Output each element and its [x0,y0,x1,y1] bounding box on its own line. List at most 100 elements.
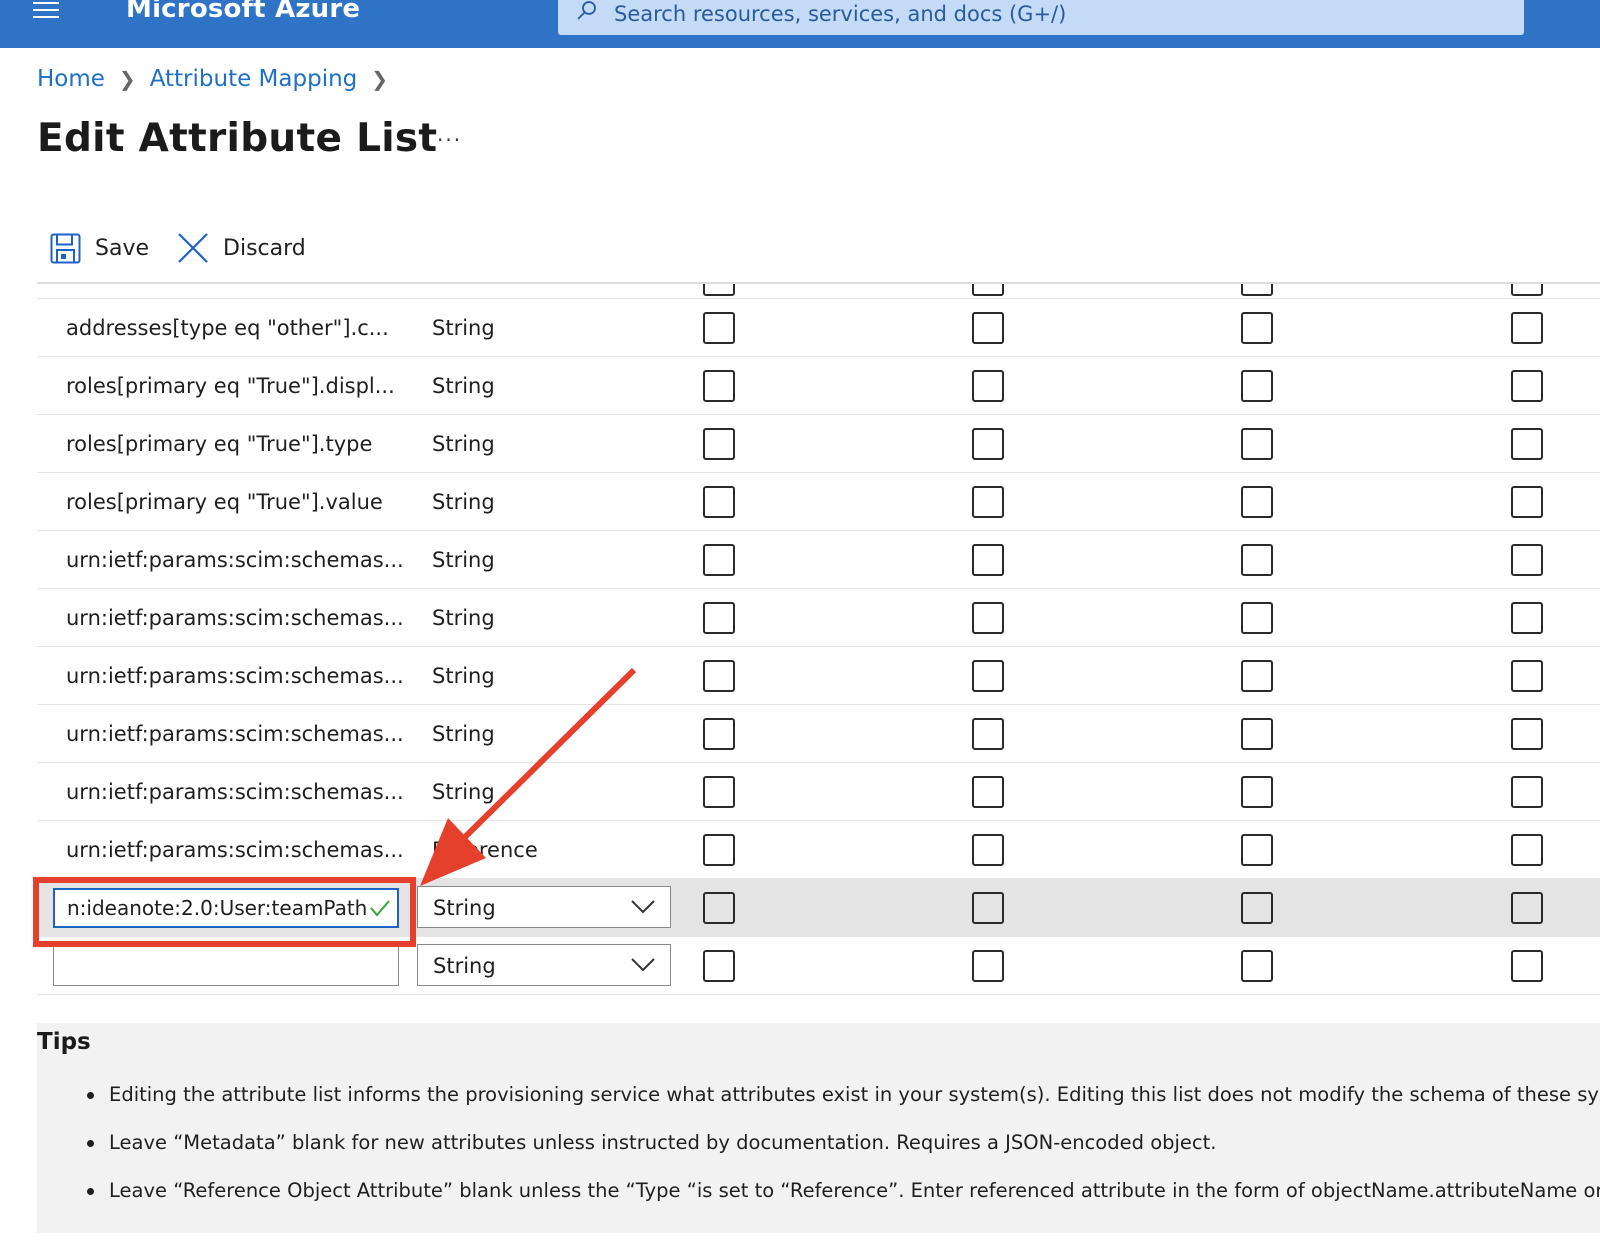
type-dropdown-value: String [433,896,496,920]
checkbox[interactable] [972,892,1004,924]
checkbox[interactable] [703,428,735,460]
save-button[interactable]: Save [50,233,149,264]
checkbox[interactable] [1241,950,1273,982]
checkbox[interactable] [972,602,1004,634]
checkbox[interactable] [703,486,735,518]
table-row: urn:ietf:params:scim:schemas... String [37,647,1600,705]
search-input[interactable] [614,0,1494,32]
checkbox[interactable] [972,950,1004,982]
breadcrumb: Home ❯ Attribute Mapping ❯ [37,66,402,92]
checkbox[interactable] [1241,776,1273,808]
attribute-name[interactable]: urn:ietf:params:scim:schemas... [66,548,404,572]
checkbox[interactable] [703,892,735,924]
checkbox[interactable] [1511,718,1543,750]
checkbox[interactable] [703,776,735,808]
checkbox[interactable] [1241,486,1273,518]
checkbox[interactable] [972,486,1004,518]
discard-button[interactable]: Discard [177,232,306,264]
new-attribute-name-input[interactable] [53,946,399,986]
table-row: urn:ietf:params:scim:schemas... String [37,589,1600,647]
checkbox[interactable] [1241,892,1273,924]
checkbox[interactable] [703,718,735,750]
checkbox[interactable] [972,718,1004,750]
checkbox[interactable] [703,602,735,634]
checkbox[interactable] [972,284,1004,296]
menu-icon[interactable] [33,2,59,22]
checkbox[interactable] [1241,602,1273,634]
checkbox[interactable] [1511,284,1543,296]
brand-title[interactable]: Microsoft Azure [126,0,360,24]
checkbox[interactable] [703,312,735,344]
checkbox[interactable] [1511,602,1543,634]
checkbox[interactable] [1241,284,1273,296]
checkbox[interactable] [1511,950,1543,982]
checkbox[interactable] [1511,428,1543,460]
attribute-type: String [432,490,495,514]
type-dropdown[interactable]: String [417,886,671,928]
checkbox[interactable] [1511,312,1543,344]
checkbox[interactable] [1241,718,1273,750]
checkbox[interactable] [1241,312,1273,344]
table-row: addresses[type eq "other"].c... String [37,299,1600,357]
checkbox[interactable] [972,544,1004,576]
more-options-icon[interactable]: ··· [437,128,462,152]
table-row-new: String [37,937,1600,995]
checkbox[interactable] [703,660,735,692]
checkbox[interactable] [972,370,1004,402]
attribute-name[interactable]: roles[primary eq "True"].displ... [66,374,395,398]
attribute-name[interactable]: roles[primary eq "True"].type [66,432,372,456]
attribute-name[interactable]: urn:ietf:params:scim:schemas... [66,606,404,630]
attribute-name-input[interactable] [53,888,399,928]
attribute-name[interactable]: urn:ietf:params:scim:schemas... [66,722,404,746]
checkbox[interactable] [1241,834,1273,866]
type-dropdown[interactable]: String [417,944,671,986]
table-row: roles[primary eq "True"].displ... String [37,357,1600,415]
checkbox[interactable] [1241,370,1273,402]
checkbox[interactable] [1241,428,1273,460]
checkbox[interactable] [972,428,1004,460]
attribute-table: addresses[type eq "other"].c... String r… [37,284,1600,995]
checkbox[interactable] [1511,834,1543,866]
attribute-name[interactable]: urn:ietf:params:scim:schemas... [66,838,404,862]
tips-list: Editing the attribute list informs the p… [87,1083,1600,1227]
attribute-name[interactable]: roles[primary eq "True"].value [66,490,383,514]
checkbox[interactable] [703,950,735,982]
table-row-editing: String [37,879,1600,937]
checkbox[interactable] [703,370,735,402]
checkbox[interactable] [703,544,735,576]
command-bar: Save Discard [50,232,334,264]
chevron-down-icon [631,900,655,914]
search-box[interactable] [558,0,1524,35]
checkbox[interactable] [1241,660,1273,692]
save-label: Save [95,235,150,261]
checkbox[interactable] [703,834,735,866]
checkbox[interactable] [972,776,1004,808]
table-row: roles[primary eq "True"].value String [37,473,1600,531]
breadcrumb-attribute-mapping[interactable]: Attribute Mapping [150,66,358,92]
checkbox[interactable] [703,284,735,296]
search-icon [577,1,596,20]
list-item: Editing the attribute list informs the p… [87,1083,1600,1131]
table-row: urn:ietf:params:scim:schemas... String [37,763,1600,821]
chevron-right-icon: ❯ [118,67,136,91]
attribute-type: String [432,722,495,746]
table-row: urn:ietf:params:scim:schemas... String [37,705,1600,763]
chevron-right-icon: ❯ [371,67,389,91]
checkbox[interactable] [972,834,1004,866]
checkbox[interactable] [972,660,1004,692]
type-dropdown-value: String [433,954,496,978]
checkbox[interactable] [1511,660,1543,692]
checkbox[interactable] [1241,544,1273,576]
attribute-type: String [432,606,495,630]
attribute-name[interactable]: urn:ietf:params:scim:schemas... [66,664,404,688]
checkbox[interactable] [1511,776,1543,808]
checkbox[interactable] [1511,370,1543,402]
breadcrumb-home[interactable]: Home [37,66,105,92]
checkbox[interactable] [1511,544,1543,576]
checkbox[interactable] [1511,892,1543,924]
attribute-name[interactable]: urn:ietf:params:scim:schemas... [66,780,404,804]
checkbox[interactable] [972,312,1004,344]
attribute-name[interactable]: addresses[type eq "other"].c... [66,316,389,340]
table-row [37,284,1600,299]
checkbox[interactable] [1511,486,1543,518]
